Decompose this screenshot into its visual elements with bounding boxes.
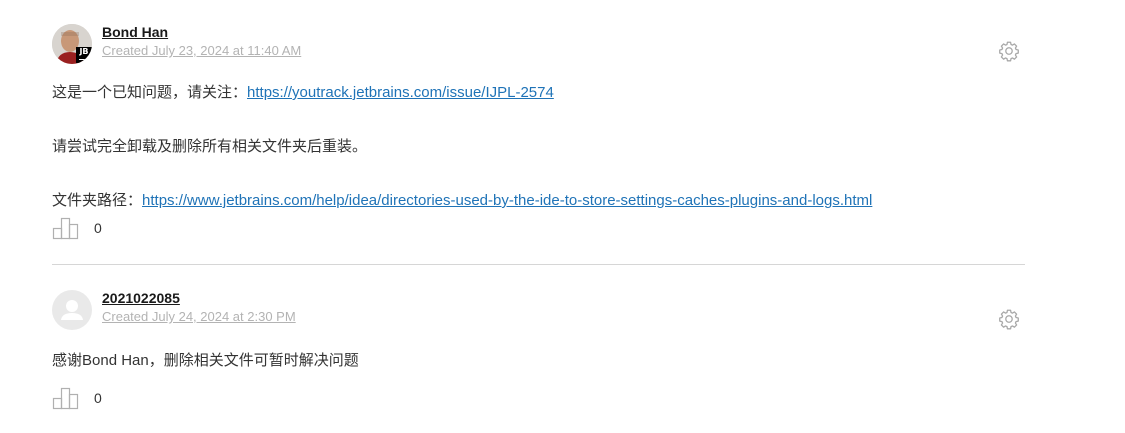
gear-icon[interactable]: [998, 40, 1020, 62]
comment-text: 感谢Bond Han，删除相关文件可暂时解决问题: [52, 352, 359, 369]
vote-bars-icon[interactable]: [52, 216, 80, 240]
created-timestamp[interactable]: Created July 23, 2024 at 11:40 AM: [102, 43, 301, 58]
comment-divider: [52, 264, 1025, 265]
vote-widget: 0: [52, 216, 172, 240]
comment-body-line: 文件夹路径：https://www.jetbrains.com/help/ide…: [52, 189, 872, 210]
comment-text: 请尝试完全卸载及删除所有相关文件夹后重装。: [52, 138, 368, 155]
jetbrains-badge-icon: JB: [76, 47, 92, 63]
vote-count: 0: [94, 220, 102, 236]
author-name[interactable]: Bond Han: [102, 24, 168, 40]
vote-bars-icon[interactable]: [52, 386, 80, 410]
comment-body-line: 这是一个已知问题，请关注：https://youtrack.jetbrains.…: [52, 81, 554, 102]
vote-count: 0: [94, 390, 102, 406]
directories-help-link[interactable]: https://www.jetbrains.com/help/idea/dire…: [142, 192, 872, 209]
avatar[interactable]: JB: [52, 24, 92, 64]
created-timestamp[interactable]: Created July 24, 2024 at 2:30 PM: [102, 309, 296, 324]
avatar[interactable]: [52, 290, 92, 330]
gear-icon[interactable]: [998, 308, 1020, 330]
comment-text: 文件夹路径：: [52, 192, 143, 209]
comment-text: 这是一个已知问题，请关注：: [52, 84, 248, 101]
issue-link[interactable]: https://youtrack.jetbrains.com/issue/IJP…: [247, 84, 554, 101]
vote-widget: 0: [52, 386, 172, 410]
author-name[interactable]: 2021022085: [102, 290, 180, 306]
user-silhouette-icon: [61, 300, 83, 320]
